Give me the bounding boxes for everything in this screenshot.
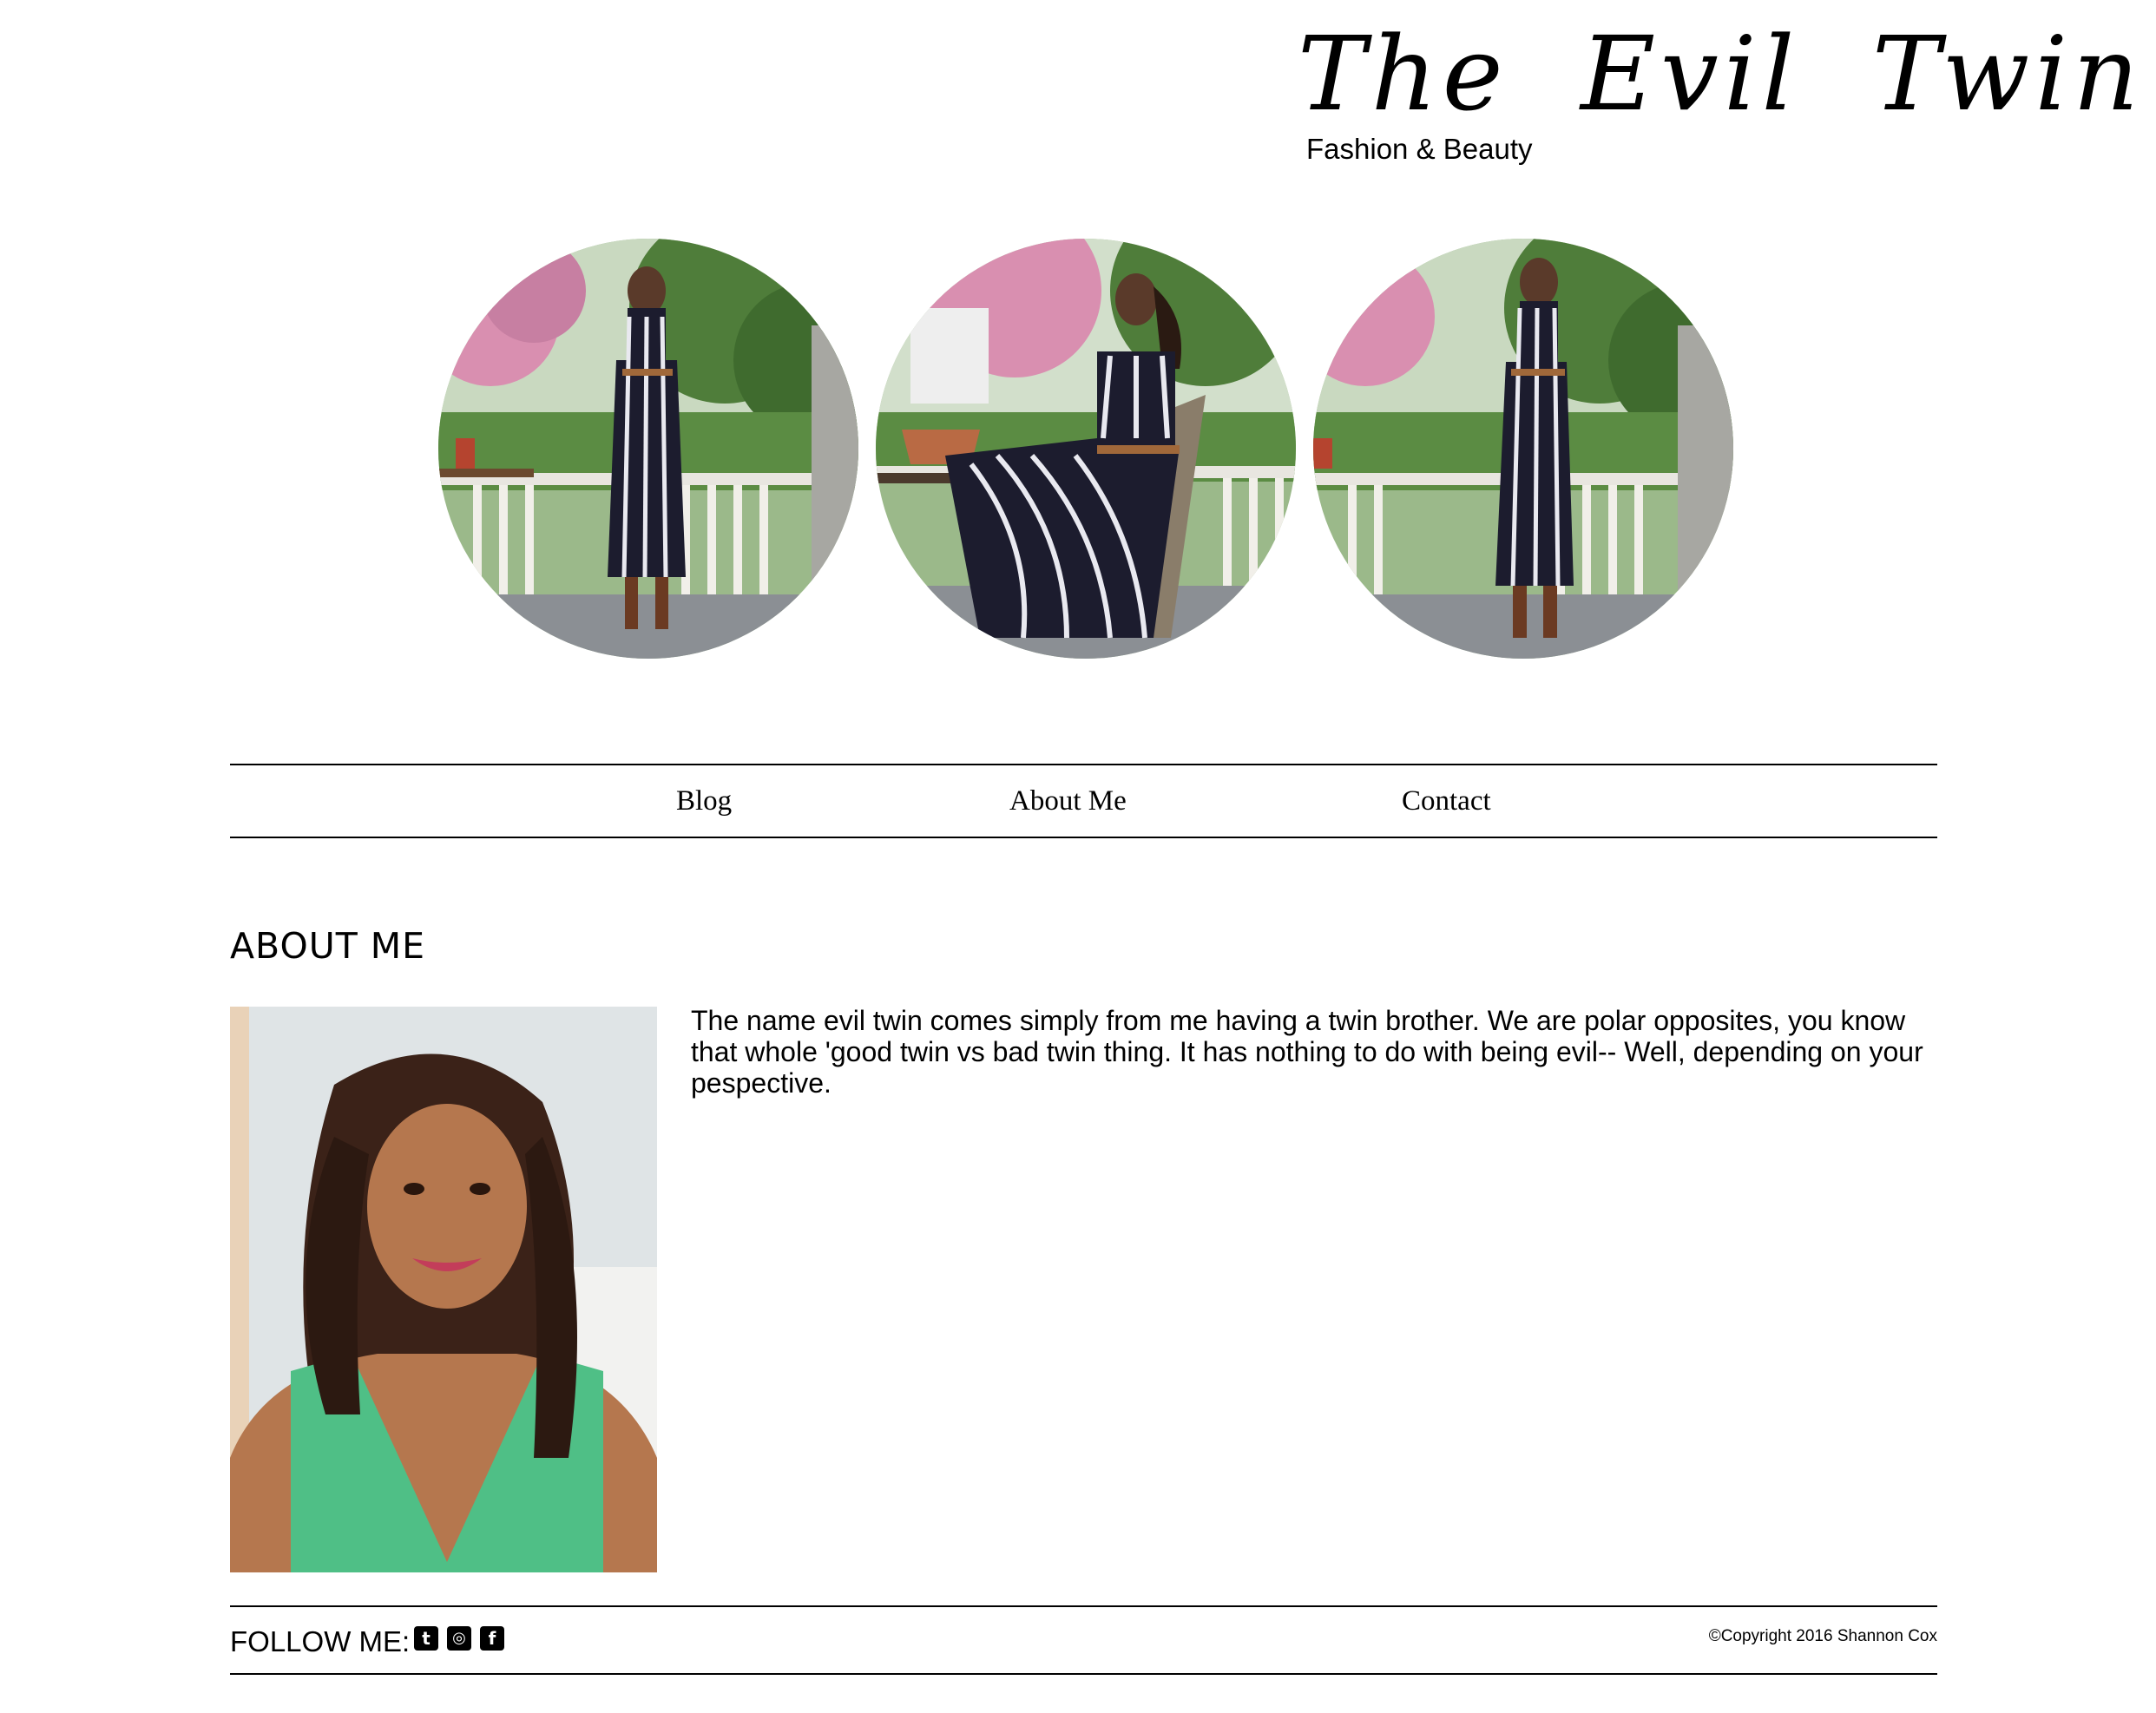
site-tagline: Fashion & Beauty [1306, 133, 1533, 165]
nav-item-contact[interactable]: Contact [1402, 783, 1491, 819]
hero-photo-1 [438, 239, 858, 659]
page-title: ABOUT ME [230, 925, 426, 967]
hero-photo-3 [1313, 239, 1733, 659]
site-title[interactable]: The Evil Twin [1298, 17, 2144, 130]
about-bio-text: The name evil twin comes simply from me … [691, 1005, 1923, 1099]
nav-item-about-me[interactable]: About Me [1009, 783, 1127, 819]
hero-photo-2 [876, 239, 1296, 659]
copyright-text: ©Copyright 2016 Shannon Cox [1708, 1627, 1937, 1645]
social-links: t ◎ f [414, 1626, 504, 1654]
twitter-icon[interactable]: t [414, 1626, 438, 1651]
facebook-icon[interactable]: f [480, 1626, 504, 1651]
hero-gallery [0, 239, 2156, 664]
follow-me-label: FOLLOW ME: [230, 1625, 411, 1657]
main-nav: Blog About Me Contact [230, 764, 1937, 838]
about-portrait-photo [230, 1007, 657, 1572]
nav-item-blog[interactable]: Blog [676, 783, 732, 819]
site-footer: FOLLOW ME: t ◎ f ©Copyright 2016 Shannon… [230, 1605, 1937, 1675]
instagram-icon[interactable]: ◎ [447, 1626, 471, 1651]
site-header: The Evil Twin Fashion & Beauty [0, 0, 2156, 208]
